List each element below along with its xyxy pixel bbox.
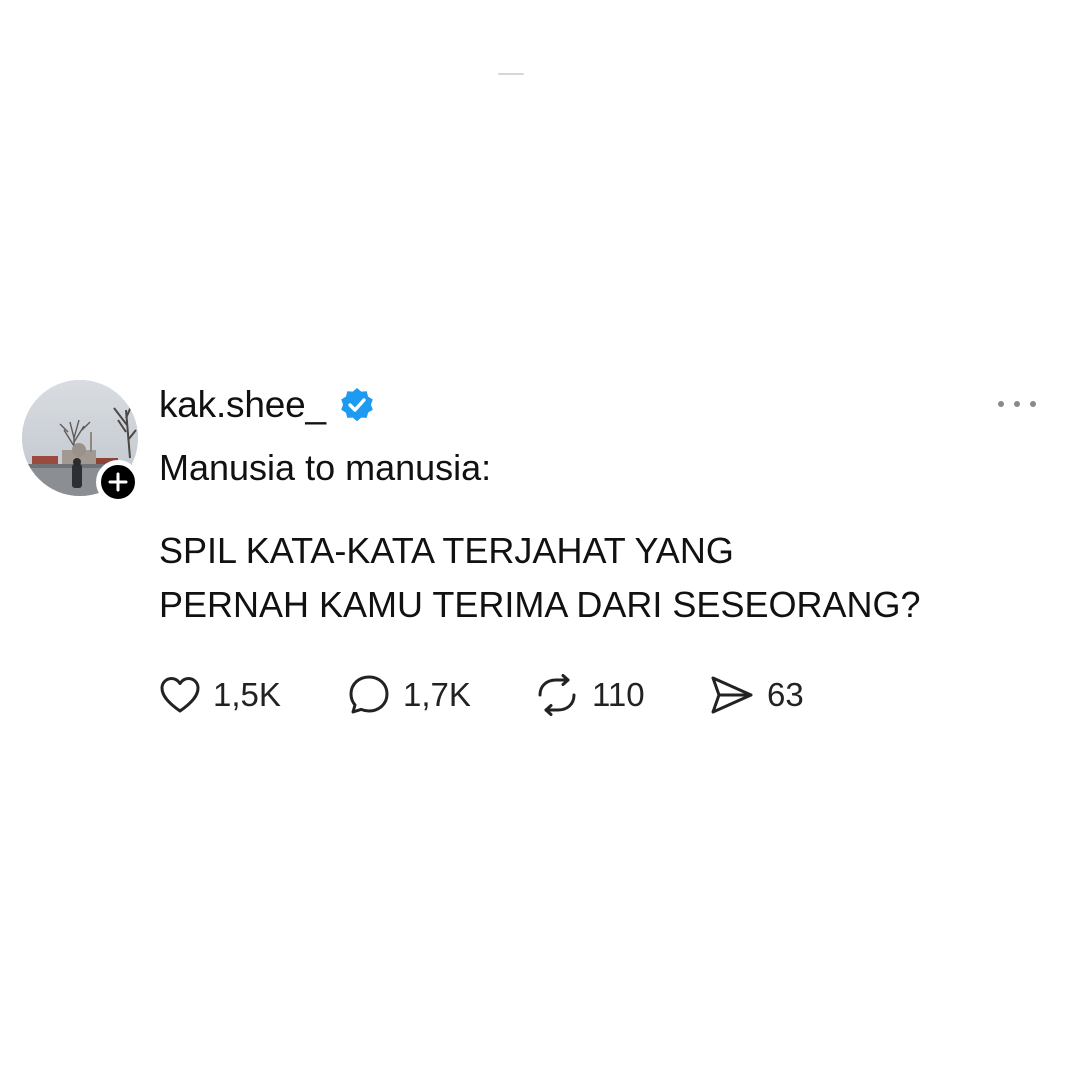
plus-icon	[108, 472, 128, 492]
avatar-container[interactable]	[22, 380, 140, 504]
post-header: kak.shee_	[159, 383, 376, 427]
post-body-line: SPIL KATA-KATA TERJAHAT YANG	[159, 530, 734, 571]
repost-count: 110	[592, 676, 645, 713]
reply-count: 1,7K	[403, 676, 471, 713]
more-options-button[interactable]	[998, 392, 1036, 416]
verified-badge-icon	[338, 386, 376, 424]
ellipsis-icon	[1014, 401, 1020, 407]
reply-button[interactable]: 1,7K	[347, 670, 471, 720]
username[interactable]: kak.shee_	[159, 384, 326, 426]
thread-post: kak.shee_ Manusia to manusia: SPIL KATA-…	[0, 0, 1080, 1080]
action-bar: 1,5K 1,7K 110 63	[159, 670, 859, 720]
post-intro-text: Manusia to manusia:	[159, 447, 492, 488]
ellipsis-icon	[998, 401, 1004, 407]
share-button[interactable]: 63	[709, 670, 804, 720]
follow-button[interactable]	[96, 460, 140, 504]
repost-button[interactable]: 110	[534, 670, 645, 720]
speech-bubble-icon	[349, 675, 389, 714]
like-count: 1,5K	[213, 676, 281, 713]
heart-icon	[160, 677, 200, 713]
share-count: 63	[767, 676, 804, 713]
like-button[interactable]: 1,5K	[159, 670, 281, 720]
paper-plane-icon	[711, 676, 753, 714]
post-body-line: PERNAH KAMU TERIMA DARI SESEORANG?	[159, 584, 921, 625]
post-body: SPIL KATA-KATA TERJAHAT YANG PERNAH KAMU…	[159, 524, 1019, 632]
ellipsis-icon	[1030, 401, 1036, 407]
repost-icon	[538, 674, 576, 716]
